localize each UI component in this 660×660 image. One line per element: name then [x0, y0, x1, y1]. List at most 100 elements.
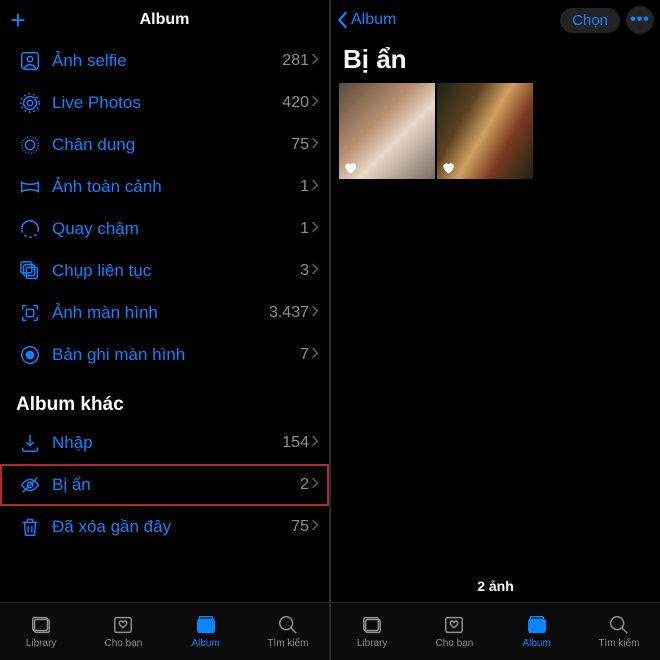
row-count: 75 — [291, 136, 309, 154]
album-row-slo-mo[interactable]: Quay chậm 1 — [0, 208, 329, 250]
heart-icon — [343, 161, 357, 175]
photo-thumbnail[interactable] — [437, 83, 533, 179]
page-title: Album — [140, 11, 190, 29]
photo-count: 2 ảnh — [331, 578, 660, 594]
hidden-icon — [16, 474, 44, 496]
trash-icon — [16, 516, 44, 538]
chevron-right-icon — [311, 434, 319, 453]
album-row-selfies[interactable]: Ảnh selfie 281 — [0, 40, 329, 82]
tab-bar: Library Cho bạn Album Tìm kiếm — [331, 602, 660, 660]
tab-library[interactable]: Library — [331, 603, 413, 660]
foryou-tab-icon — [111, 614, 135, 636]
tab-albums[interactable]: Album — [165, 603, 247, 660]
albums-list-pane: + Album Ảnh selfie 281 Live Photos 420 C… — [0, 0, 329, 660]
back-label: Album — [351, 11, 396, 29]
row-count: 154 — [282, 434, 309, 452]
search-tab-icon — [276, 614, 300, 636]
album-row-portrait[interactable]: Chân dung 75 — [0, 124, 329, 166]
row-label: Quay chậm — [52, 219, 300, 239]
album-row-hidden[interactable]: Bị ẩn 2 — [0, 464, 329, 506]
tab-label: Tìm kiếm — [598, 638, 639, 649]
hidden-header: Album Chọn ••• — [331, 0, 660, 40]
album-row-live-photos[interactable]: Live Photos 420 — [0, 82, 329, 124]
albums-tab-icon — [194, 614, 218, 636]
screen-recording-icon — [16, 344, 44, 366]
row-label: Ảnh toàn cảnh — [52, 177, 300, 197]
tab-label: Cho bạn — [104, 638, 142, 649]
tab-label: Library — [26, 638, 57, 649]
album-row-screen-recordings[interactable]: Bản ghi màn hình 7 — [0, 334, 329, 376]
select-button[interactable]: Chọn — [560, 8, 620, 33]
hidden-album-pane: Album Chọn ••• Bị ẩn 2 ảnh Libra — [329, 0, 660, 660]
more-button[interactable]: ••• — [626, 6, 654, 34]
row-count: 7 — [300, 346, 309, 364]
row-label: Chân dung — [52, 135, 291, 155]
album-row-screenshots[interactable]: Ảnh màn hình 3.437 — [0, 292, 329, 334]
ellipsis-icon: ••• — [630, 11, 650, 29]
tab-label: Album — [522, 638, 550, 649]
row-label: Bị ẩn — [52, 475, 300, 495]
add-album-button[interactable]: + — [6, 8, 30, 32]
photo-grid — [331, 83, 660, 179]
tab-bar: Library Cho bạn Album Tìm kiếm — [0, 602, 329, 660]
row-label: Live Photos — [52, 93, 282, 113]
import-icon — [16, 432, 44, 454]
album-row-imports[interactable]: Nhập 154 — [0, 422, 329, 464]
library-tab-icon — [29, 614, 53, 636]
chevron-right-icon — [311, 52, 319, 71]
library-tab-icon — [360, 614, 384, 636]
slo-mo-icon — [16, 218, 44, 240]
chevron-left-icon — [337, 11, 349, 29]
tab-label: Album — [191, 638, 219, 649]
chevron-right-icon — [311, 304, 319, 323]
row-label: Ảnh selfie — [52, 51, 282, 71]
chevron-right-icon — [311, 262, 319, 281]
tab-library[interactable]: Library — [0, 603, 82, 660]
tab-label: Cho bạn — [435, 638, 473, 649]
album-row-panorama[interactable]: Ảnh toàn cảnh 1 — [0, 166, 329, 208]
tab-albums[interactable]: Album — [496, 603, 578, 660]
tab-for-you[interactable]: Cho bạn — [82, 603, 164, 660]
chevron-right-icon — [311, 220, 319, 239]
row-label: Ảnh màn hình — [52, 303, 269, 323]
album-title: Bị ẩn — [331, 40, 660, 83]
row-label: Chụp liên tục — [52, 261, 300, 281]
portrait-icon — [16, 134, 44, 156]
chevron-right-icon — [311, 94, 319, 113]
row-label: Bản ghi màn hình — [52, 345, 300, 365]
albums-header: + Album — [0, 0, 329, 40]
heart-icon — [441, 161, 455, 175]
row-label: Đã xóa gần đây — [52, 517, 291, 537]
chevron-right-icon — [311, 178, 319, 197]
row-count: 3.437 — [269, 304, 309, 322]
album-row-recently-deleted[interactable]: Đã xóa gần đây 75 — [0, 506, 329, 548]
foryou-tab-icon — [442, 614, 466, 636]
tab-search[interactable]: Tìm kiếm — [247, 603, 329, 660]
chevron-right-icon — [311, 518, 319, 537]
chevron-right-icon — [311, 476, 319, 495]
panorama-icon — [16, 176, 44, 198]
row-count: 281 — [282, 52, 309, 70]
section-header-other: Album khác — [0, 376, 329, 422]
screenshot-icon — [16, 302, 44, 324]
row-count: 75 — [291, 518, 309, 536]
row-count: 1 — [300, 178, 309, 196]
row-label: Nhập — [52, 433, 282, 453]
album-row-burst[interactable]: Chụp liên tục 3 — [0, 250, 329, 292]
row-count: 3 — [300, 262, 309, 280]
chevron-right-icon — [311, 136, 319, 155]
search-tab-icon — [607, 614, 631, 636]
albums-tab-icon — [525, 614, 549, 636]
person-square-icon — [16, 50, 44, 72]
tab-search[interactable]: Tìm kiếm — [578, 603, 660, 660]
row-count: 420 — [282, 94, 309, 112]
back-button[interactable]: Album — [337, 11, 396, 29]
row-count: 1 — [300, 220, 309, 238]
row-count: 2 — [300, 476, 309, 494]
tab-for-you[interactable]: Cho bạn — [413, 603, 495, 660]
live-photos-icon — [16, 92, 44, 114]
tab-label: Library — [357, 638, 388, 649]
albums-list: Ảnh selfie 281 Live Photos 420 Chân dung… — [0, 40, 329, 602]
photo-thumbnail[interactable] — [339, 83, 435, 179]
burst-icon — [16, 260, 44, 282]
